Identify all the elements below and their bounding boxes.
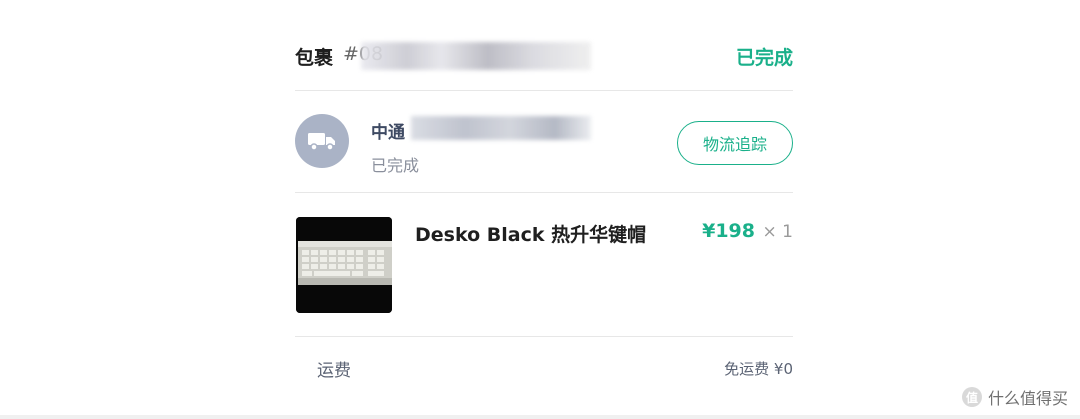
watermark-logo-icon: 值 [961,387,982,407]
redacted-package-number [361,42,591,70]
shipping-fee-value: 免运费 ¥0 [724,360,793,378]
package-title: 包裹 [295,47,334,69]
item-name[interactable]: Desko Black 热升华键帽 [415,220,646,247]
carrier-row: 中通 已完成 物流追踪 [295,92,793,192]
shipping-fee-label: 运费 [317,361,351,381]
carrier-status: 已完成 [371,156,420,175]
redacted-tracking-number [411,116,591,140]
shipping-fee-row: 运费 免运费 ¥0 [295,338,793,388]
order-package-screen: 包裹 #08 已完成 中通 已完成 物流追踪 [0,0,1080,419]
keyboard-thumbnail[interactable] [296,217,392,313]
truck-icon [295,114,349,168]
site-watermark: 值 什么值得买 [961,385,1068,409]
bottom-edge [0,415,1080,419]
item-quantity: × 1 [762,222,793,242]
item-price: ¥198 [702,220,755,242]
order-item[interactable]: Desko Black 热升华键帽 ¥198 × 1 [295,194,793,334]
divider [295,336,793,337]
package-header: 包裹 #08 已完成 [295,30,793,90]
package-status: 已完成 [735,47,793,69]
watermark-text: 什么值得买 [987,389,1068,408]
carrier-name: 中通 [371,123,405,143]
divider [295,90,793,91]
divider [295,192,793,193]
track-shipment-button[interactable]: 物流追踪 [677,121,793,165]
